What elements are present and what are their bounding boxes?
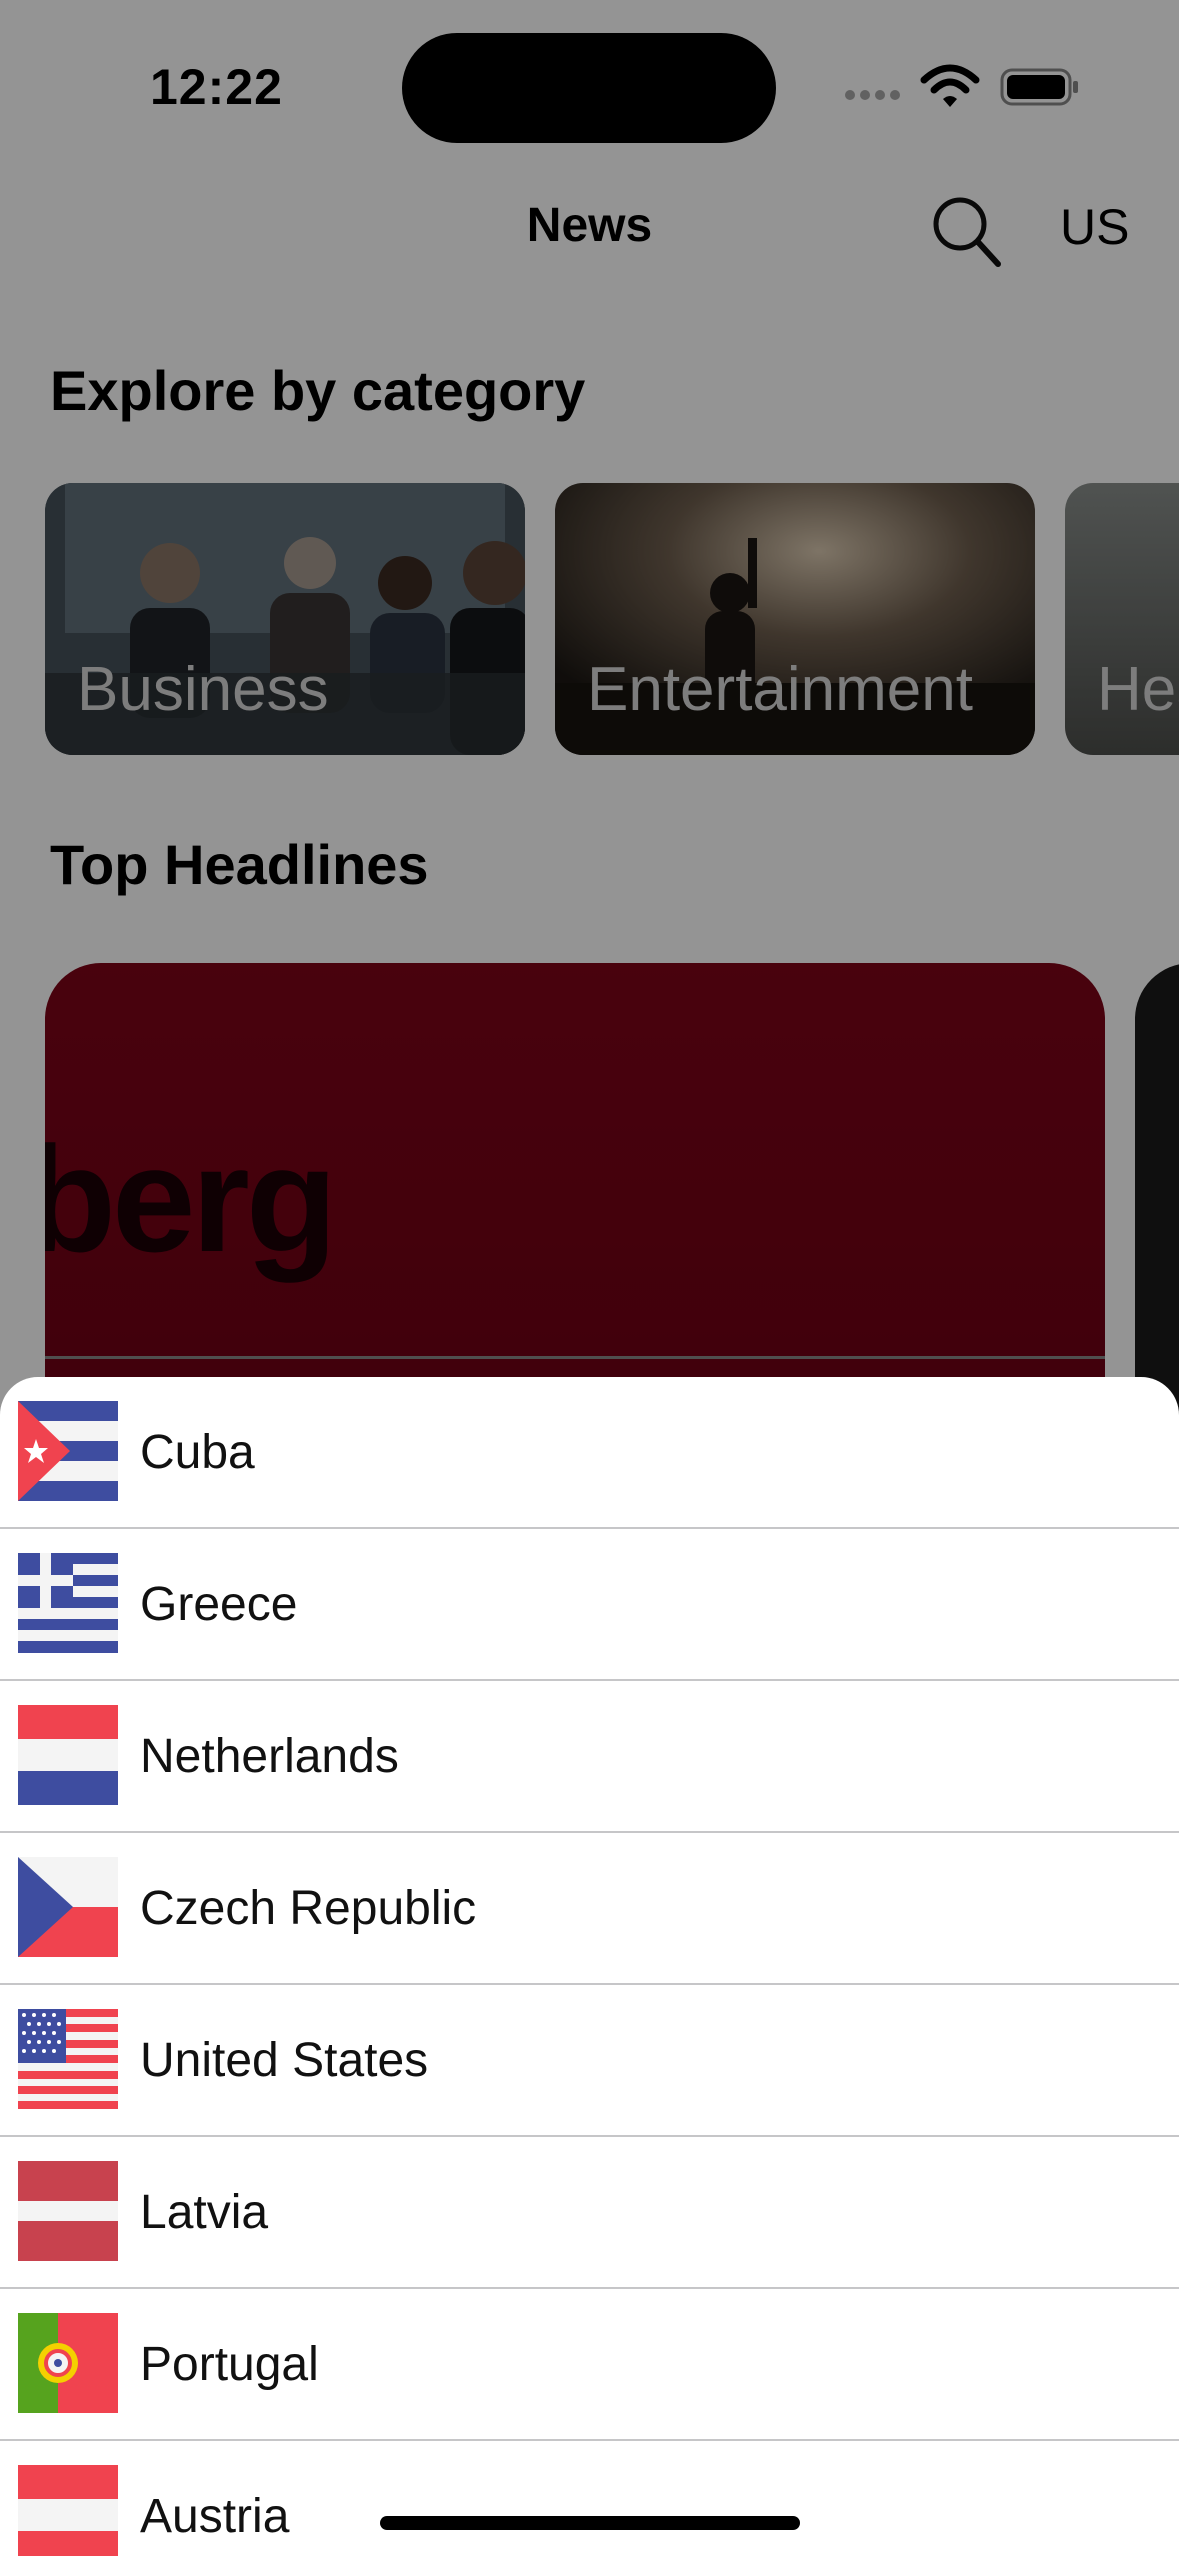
- country-name: Cuba: [140, 1426, 255, 1479]
- country-row-portugal[interactable]: Portugal: [0, 2289, 1179, 2441]
- country-name: Netherlands: [140, 1730, 399, 1783]
- country-name: United States: [140, 2034, 429, 2087]
- country-row-united-states[interactable]: United States: [0, 1985, 1179, 2137]
- portugal-flag-icon: [18, 2313, 118, 2413]
- netherlands-flag-icon: [18, 1705, 118, 1805]
- latvia-flag-icon: [18, 2161, 118, 2261]
- country-picker-sheet: Cuba Greece Netherlands Czech Republic U…: [0, 1377, 1179, 2556]
- usa-flag-icon: [18, 2009, 118, 2109]
- home-indicator[interactable]: [380, 2516, 800, 2530]
- country-name: Greece: [140, 1578, 298, 1631]
- austria-flag-icon: [18, 2465, 118, 2556]
- country-name: Austria: [140, 2490, 290, 2543]
- cuba-flag-icon: [18, 1401, 118, 1501]
- country-name: Portugal: [140, 2338, 319, 2391]
- greece-flag-icon: [18, 1553, 118, 1653]
- country-row-latvia[interactable]: Latvia: [0, 2137, 1179, 2289]
- country-row-greece[interactable]: Greece: [0, 1529, 1179, 1681]
- country-name: Latvia: [140, 2186, 269, 2239]
- country-row-czech-republic[interactable]: Czech Republic: [0, 1833, 1179, 1985]
- country-row-netherlands[interactable]: Netherlands: [0, 1681, 1179, 1833]
- country-row-cuba[interactable]: Cuba: [0, 1377, 1179, 1529]
- country-row-austria[interactable]: Austria: [0, 2441, 1179, 2556]
- country-name: Czech Republic: [140, 1882, 477, 1935]
- czech-flag-icon: [18, 1857, 118, 1957]
